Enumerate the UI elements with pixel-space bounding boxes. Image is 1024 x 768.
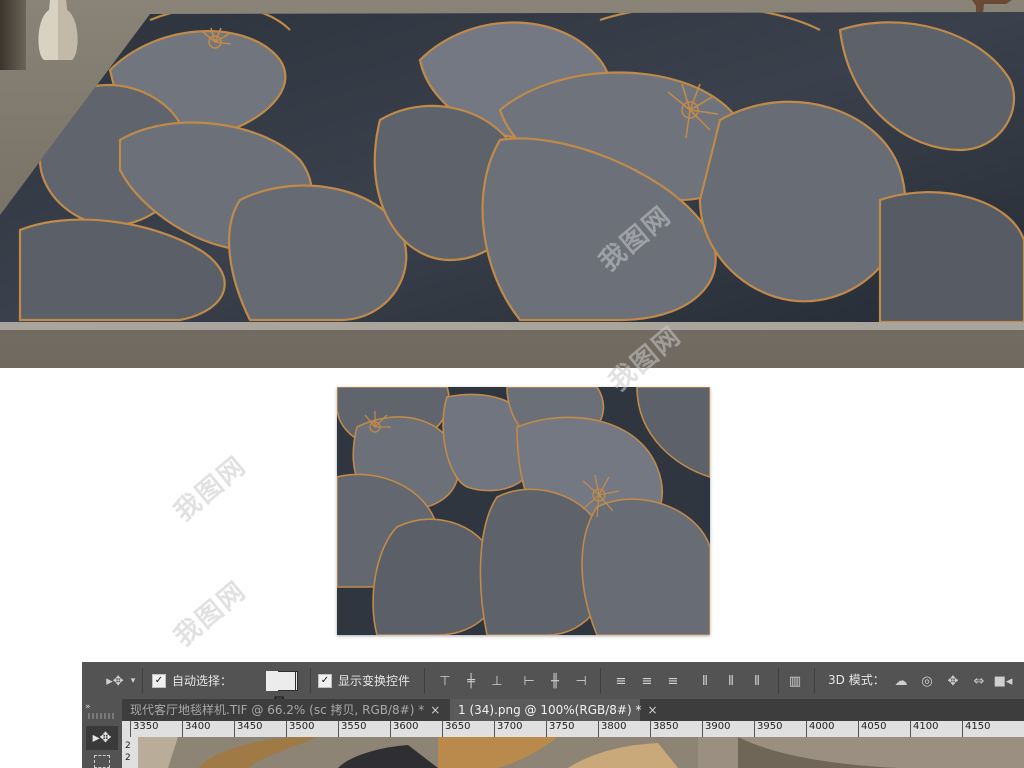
distribute-top-icon[interactable]: ≡ — [612, 672, 630, 690]
close-tab-icon[interactable]: × — [647, 703, 657, 717]
mode-3d-label: 3D 模式： — [828, 673, 885, 687]
checkbox-checked-icon: ✓ — [318, 673, 332, 688]
3d-roll-icon[interactable]: ◎ — [918, 672, 936, 690]
ruler-tick: 3900 — [702, 721, 730, 737]
collapse-panel-icon[interactable]: » — [85, 702, 91, 712]
divider — [310, 668, 311, 694]
distribute-left-icon[interactable]: ⦀ — [696, 672, 714, 690]
auto-align-icon[interactable]: ▥ — [786, 672, 804, 690]
ruler-tick: 3350 — [130, 721, 158, 737]
ruler-tick: 4050 — [858, 721, 886, 737]
watermark: 我图网 — [168, 575, 253, 653]
ruler-tick: 4000 — [806, 721, 834, 737]
3d-slide-icon[interactable]: ⇔ — [970, 672, 988, 690]
distribute-right-icon[interactable]: ⦀ — [748, 672, 766, 690]
align-right-icon[interactable]: ⊣ — [572, 672, 590, 690]
tool-preset-dropdown-icon[interactable]: ▾ — [128, 672, 138, 690]
ruler-tick: 3600 — [390, 721, 418, 737]
ruler-tick: 3400 — [182, 721, 210, 737]
align-bottom-icon[interactable]: ⊥ — [488, 672, 506, 690]
ruler-tick: 3800 — [598, 721, 626, 737]
document-canvas[interactable] — [138, 737, 1024, 768]
ruler-tick: 4100 — [910, 721, 938, 737]
distribute-hcenter-icon[interactable]: ⦀ — [722, 672, 740, 690]
move-tool-icon[interactable]: ▸✥ — [86, 726, 118, 750]
distribute-vcenter-icon[interactable]: ≡ — [638, 672, 656, 690]
marquee-tool-icon[interactable] — [94, 755, 110, 768]
divider — [600, 668, 601, 694]
show-transform-checkbox[interactable]: ✓ 显示变换控件 — [318, 662, 410, 699]
canvas-content — [138, 737, 1024, 768]
ruler-tick: 4150 — [962, 721, 990, 737]
ruler-tick: 3950 — [754, 721, 782, 737]
options-bar: ▸✥ ▾ ✓ 自动选择： 图层 图层 ✓ 显示变换控件 ⊤ ╪ ⊥ ⊢ ╫ ⊣ … — [82, 662, 1024, 709]
divider — [142, 668, 143, 694]
auto-select-checkbox[interactable]: ✓ 自动选择： — [152, 662, 232, 699]
photoshop-window: ▸✥ ▾ ✓ 自动选择： 图层 图层 ✓ 显示变换控件 ⊤ ╪ ⊥ ⊢ ╫ ⊣ … — [82, 662, 1024, 768]
3d-pan-icon[interactable]: ✥ — [944, 672, 962, 690]
3d-scale-icon[interactable]: ■◂ — [994, 672, 1013, 690]
show-transform-label: 显示变换控件 — [338, 674, 411, 688]
align-top-icon[interactable]: ⊤ — [436, 672, 454, 690]
spacer — [266, 671, 278, 691]
watermark: 我图网 — [168, 450, 253, 528]
tab-document-1[interactable]: 现代客厅地毯样机.TIF @ 66.2% (sc 拷贝, RGB/8#) * × — [122, 699, 450, 721]
ruler-tick: 3650 — [442, 721, 470, 737]
tab-document-2[interactable]: 1 (34).png @ 100%(RGB/8#) * × — [450, 699, 658, 721]
horizontal-ruler: 3350 3400 3450 3500 3550 3600 3650 3700 … — [122, 721, 1024, 738]
vertical-ruler: 2 2 — [122, 737, 139, 768]
pattern-preview — [337, 387, 710, 635]
align-hcenter-icon[interactable]: ╫ — [546, 672, 564, 690]
ruler-tick: 3550 — [338, 721, 366, 737]
auto-select-label: 自动选择： — [172, 674, 233, 688]
tab-label: 1 (34).png @ 100%(RGB/8#) * — [458, 703, 642, 717]
document-tabs: 现代客厅地毯样机.TIF @ 66.2% (sc 拷贝, RGB/8#) * × … — [122, 699, 1024, 721]
ruler-tick: 3500 — [286, 721, 314, 737]
divider — [778, 668, 779, 694]
ruler-tick: 3750 — [546, 721, 574, 737]
carpet — [0, 12, 1024, 330]
close-tab-icon[interactable]: × — [430, 703, 440, 717]
move-tool-icon[interactable]: ▸✥ — [102, 672, 128, 690]
checkbox-checked-icon: ✓ — [152, 673, 166, 688]
distribute-bottom-icon[interactable]: ≡ — [664, 672, 682, 690]
pattern-artwork — [337, 387, 710, 635]
vruler-label: 2 — [125, 741, 131, 751]
tools-panel: » ▸✥ — [82, 699, 123, 768]
3d-orbit-icon[interactable]: ☁ — [892, 672, 910, 690]
align-vcenter-icon[interactable]: ╪ — [462, 672, 480, 690]
divider — [814, 668, 815, 694]
panel-grip[interactable] — [88, 713, 116, 719]
tab-label: 现代客厅地毯样机.TIF @ 66.2% (sc 拷贝, RGB/8#) * — [130, 703, 425, 717]
align-left-icon[interactable]: ⊢ — [520, 672, 538, 690]
ruler-tick: 3450 — [234, 721, 262, 737]
ruler-tick: 3700 — [494, 721, 522, 737]
divider — [424, 668, 425, 694]
room-mockup-scene — [0, 0, 1024, 368]
ruler-tick: 3850 — [650, 721, 678, 737]
vruler-label: 2 — [125, 753, 131, 763]
